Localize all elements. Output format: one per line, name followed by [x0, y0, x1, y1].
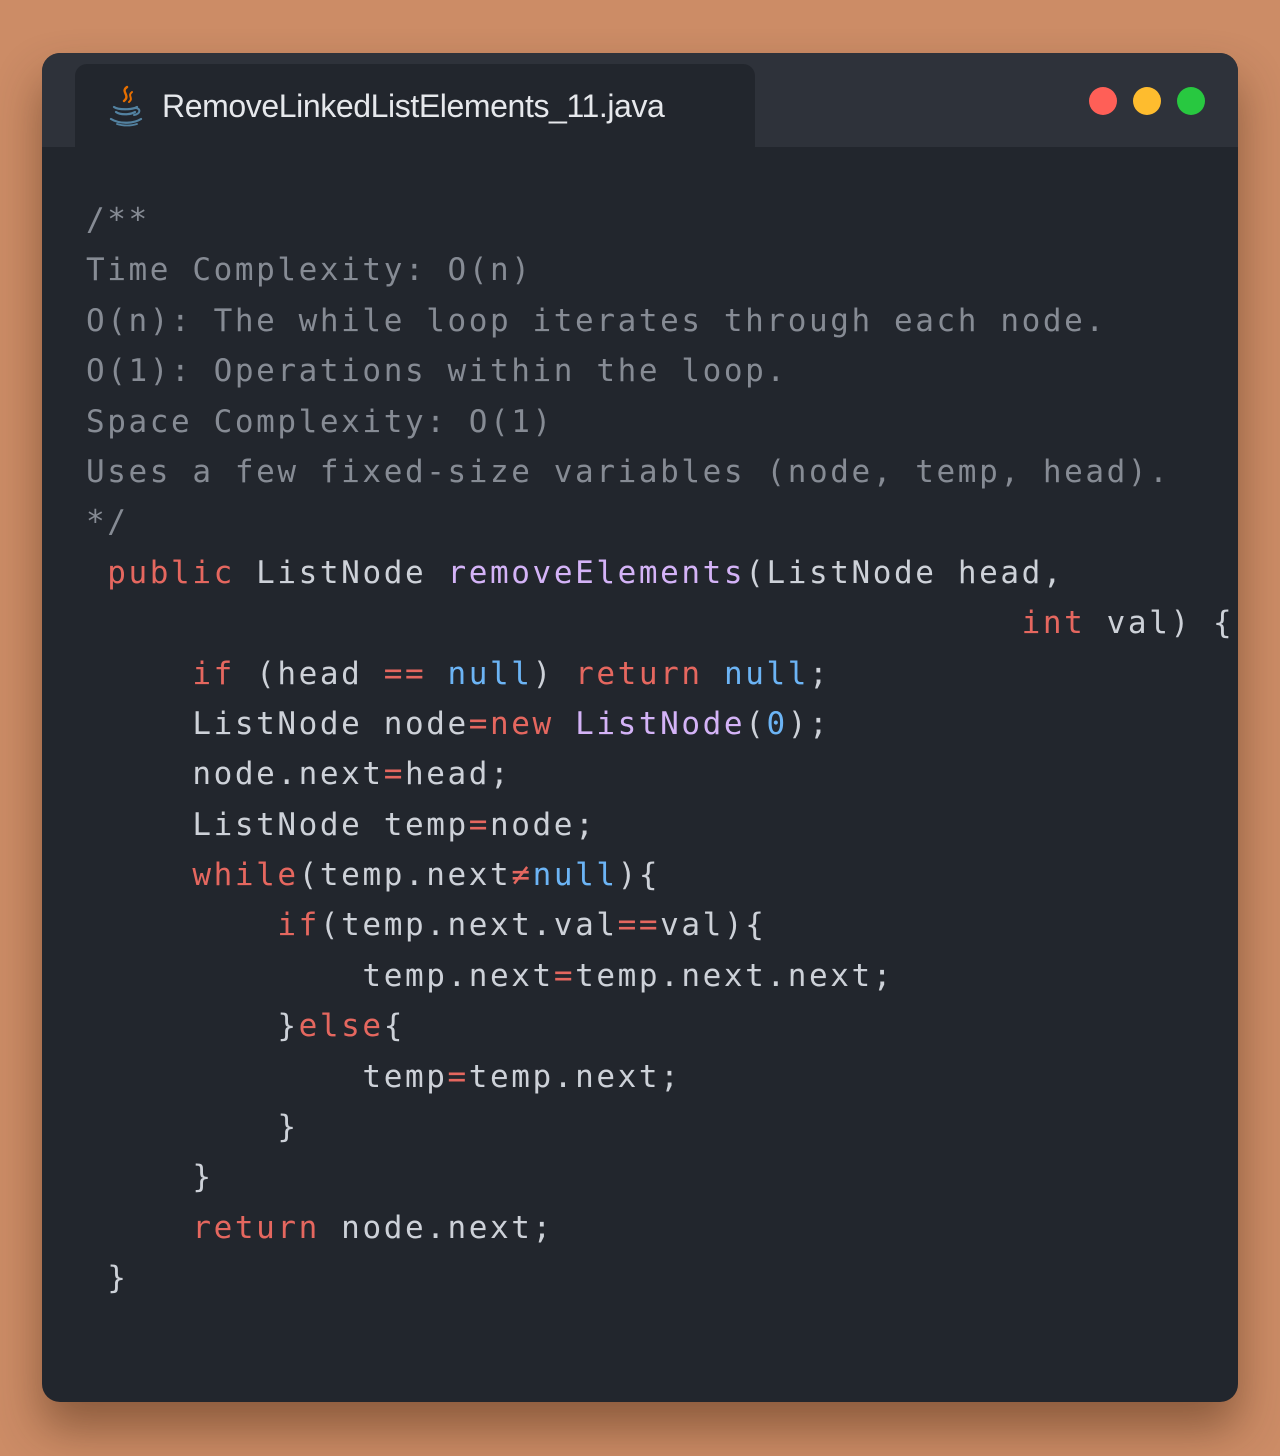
code-token: } — [86, 1109, 299, 1146]
code-line: Time Complexity: O(n) — [86, 245, 1234, 295]
code-token: ) — [532, 655, 576, 692]
code-token: ListNode — [575, 705, 746, 742]
code-token: = — [447, 1058, 469, 1095]
code-token: null — [447, 655, 533, 692]
code-line: ListNode temp=node; — [86, 800, 1234, 850]
close-button[interactable] — [1089, 87, 1117, 115]
code-token: val){ — [660, 907, 767, 944]
code-token: (head — [234, 655, 384, 692]
code-token: = — [553, 957, 576, 994]
code-token: ListNode temp — [86, 806, 469, 843]
code-line: /** — [86, 195, 1234, 245]
code-line: O(1): Operations within the loop. — [86, 346, 1234, 396]
code-token: public — [107, 554, 235, 591]
code-line: temp=temp.next; — [86, 1052, 1234, 1102]
code-token: (temp.next — [298, 857, 512, 894]
code-token: ListNode — [234, 554, 448, 591]
code-token: == — [617, 907, 661, 944]
code-token: ); — [787, 705, 831, 742]
code-token: Uses a few fixed-size variables (node, t… — [86, 453, 1171, 490]
code-token: { — [383, 1008, 405, 1045]
code-line: } — [86, 1152, 1234, 1202]
code-token: return — [575, 655, 703, 692]
code-token: 0 — [766, 705, 788, 742]
code-token: O(1): Operations within the loop. — [86, 353, 788, 390]
code-line: if(temp.next.val==val){ — [86, 900, 1234, 950]
minimize-button[interactable] — [1133, 87, 1161, 115]
code-block[interactable]: /** Time Complexity: O(n) O(n): The while … — [86, 195, 1234, 1304]
code-token: (ListNode head, — [745, 554, 1065, 591]
code-token: head; — [404, 756, 512, 793]
code-token: Space Complexity: O(1) — [86, 403, 554, 440]
code-token: ){ — [617, 857, 661, 894]
code-token: node; — [490, 806, 597, 843]
code-window: RemoveLinkedListElements_11.java /** Time… — [42, 53, 1238, 1402]
code-line: while(temp.next≠null){ — [86, 850, 1234, 900]
code-token: = — [468, 705, 491, 742]
code-token: if — [192, 655, 235, 692]
code-line: O(n): The while loop iterates through ea… — [86, 296, 1234, 346]
code-token: int — [1021, 605, 1086, 642]
code-line: temp.next=temp.next.next; — [86, 951, 1234, 1001]
code-line: } — [86, 1102, 1234, 1152]
code-line: if (head == null) return null; — [86, 649, 1234, 699]
code-line: }else{ — [86, 1001, 1234, 1051]
code-line: ListNode node=new ListNode(0); — [86, 699, 1234, 749]
code-line: Uses a few fixed-size variables (node, t… — [86, 447, 1234, 497]
code-line: int val) { — [86, 598, 1234, 648]
code-line: return node.next; — [86, 1203, 1234, 1253]
code-line: node.next=head; — [86, 749, 1234, 799]
java-icon — [107, 84, 145, 128]
title-bar: RemoveLinkedListElements_11.java — [42, 53, 1238, 147]
code-token: = — [383, 756, 405, 793]
code-token: return — [192, 1209, 320, 1246]
code-token: if — [277, 907, 320, 944]
code-token: temp — [86, 1058, 448, 1095]
code-line: public ListNode removeElements(ListNode … — [86, 548, 1234, 598]
code-token: } — [86, 1008, 299, 1045]
code-token: temp.next.next; — [575, 957, 895, 994]
code-token: /** — [86, 202, 150, 238]
code-token: temp.next — [86, 957, 554, 994]
code-token: ≠ — [511, 857, 533, 894]
code-token: while — [192, 857, 299, 894]
code-token: else — [298, 1008, 384, 1045]
code-token: null — [532, 857, 618, 894]
tab-title: RemoveLinkedListElements_11.java — [162, 88, 665, 124]
file-tab[interactable]: RemoveLinkedListElements_11.java — [75, 64, 755, 147]
code-token: */ — [86, 504, 129, 541]
code-token: Time Complexity: O(n) — [86, 252, 533, 289]
code-token: removeElements — [447, 554, 746, 591]
code-token: ( — [745, 705, 767, 742]
code-token: node.next; — [319, 1209, 554, 1246]
code-token: val) { — [1085, 605, 1235, 642]
code-token: node.next — [86, 756, 384, 793]
code-token: temp.next; — [468, 1058, 682, 1095]
code-token: } — [86, 1159, 214, 1196]
code-token: null — [723, 655, 810, 692]
code-token: (temp.next.val — [319, 907, 618, 944]
code-token: O(n): The while loop iterates through ea… — [86, 302, 1107, 339]
code-token: ; — [809, 655, 831, 692]
code-token: ListNode node — [86, 705, 469, 742]
code-line: */ — [86, 497, 1234, 547]
code-token: == — [383, 655, 427, 692]
code-token: new — [490, 705, 554, 742]
code-token: } — [86, 1260, 129, 1297]
code-line: Space Complexity: O(1) — [86, 397, 1234, 447]
code-token: = — [468, 806, 491, 843]
maximize-button[interactable] — [1177, 87, 1205, 115]
code-line: } — [86, 1253, 1234, 1303]
